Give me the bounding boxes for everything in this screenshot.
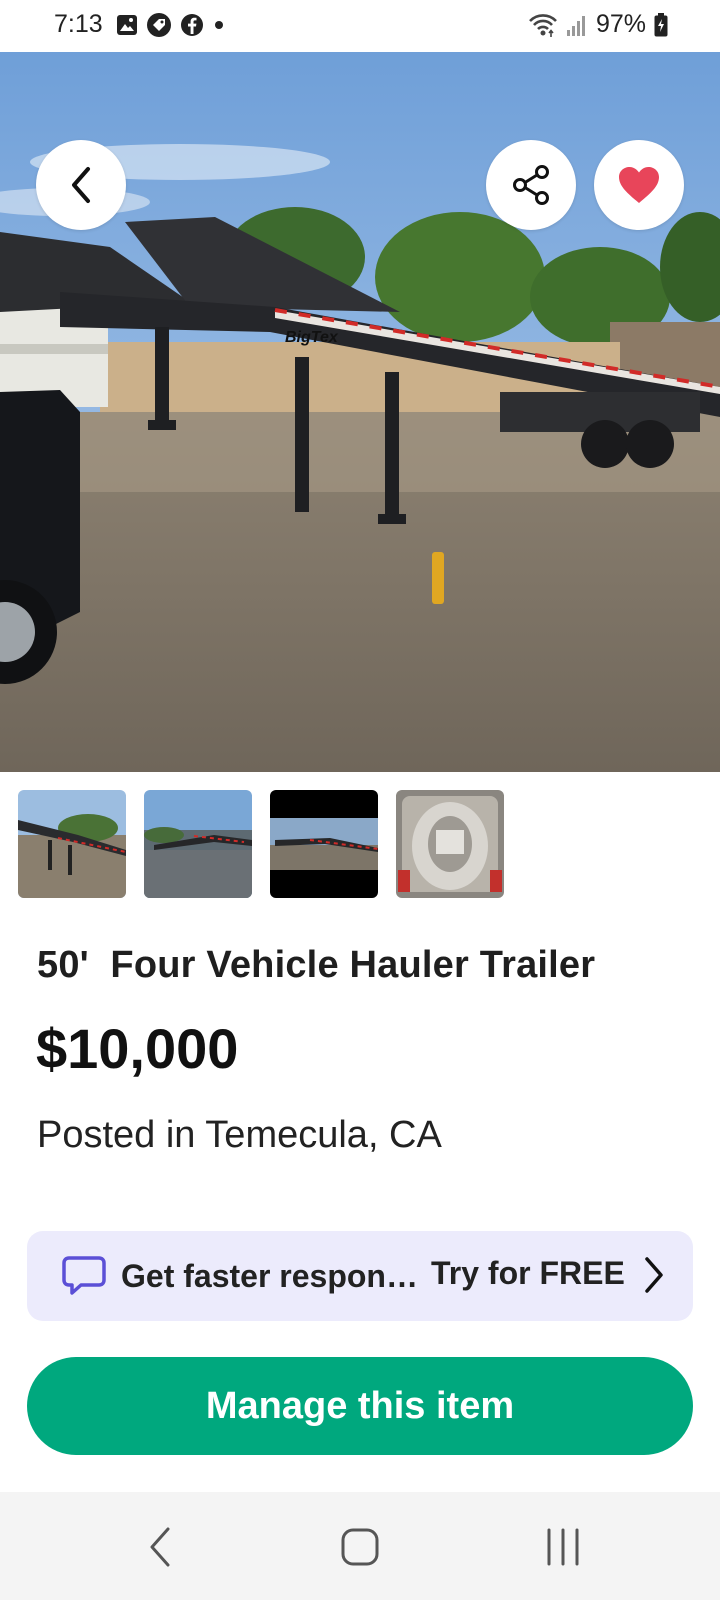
battery-icon [654,12,668,36]
back-button[interactable] [36,140,126,230]
signal-icon [566,15,585,36]
wifi-icon [529,13,557,37]
nav-recents-button[interactable] [533,1522,593,1572]
share-button[interactable] [486,140,576,230]
photo-thumbnails [18,790,504,898]
status-bar: 7:13 97% [0,0,720,52]
dot-icon [215,21,223,29]
system-status: 97% [528,10,668,39]
promo-text: Get faster respon… [121,1257,418,1294]
chevron-right-icon [645,1257,663,1293]
battery-percent: 97% [595,10,646,38]
recents-icon [547,1528,579,1566]
manage-item-button[interactable]: Manage this item [27,1357,693,1455]
listing-price: $10,000 [36,1017,239,1080]
listing-title: 50' Four Vehicle Hauler Trailer [37,944,596,986]
description-clipped [37,1186,677,1196]
thumbnail-2[interactable] [144,790,252,898]
listing-main-photo[interactable]: BigTex [0,52,720,772]
nav-home-button[interactable] [330,1522,390,1572]
heart-icon [619,167,659,203]
share-icon [513,165,549,205]
tag-icon [147,13,171,37]
facebook-icon [181,14,203,36]
thumbnail-4[interactable] [396,790,504,898]
faster-response-promo[interactable]: Get faster respon… Try for FREE [27,1231,693,1321]
listing-location: Posted in Temecula, CA [37,1114,442,1156]
status-time: 7:13 [54,10,103,38]
try-for-free-link[interactable]: Try for FREE [431,1255,625,1292]
nav-back-button[interactable] [130,1522,190,1572]
chat-bubble-icon [62,1256,106,1295]
brand-decal: BigTex [285,329,339,346]
thumbnail-1[interactable] [18,790,126,898]
system-nav-bar [0,1492,720,1600]
favorite-button[interactable] [594,140,684,230]
back-icon [150,1527,170,1567]
thumbnail-3[interactable] [270,790,378,898]
gallery-icon [117,15,137,35]
chevron-left-icon [72,167,90,203]
notification-icons [116,12,226,38]
home-icon [341,1528,379,1566]
